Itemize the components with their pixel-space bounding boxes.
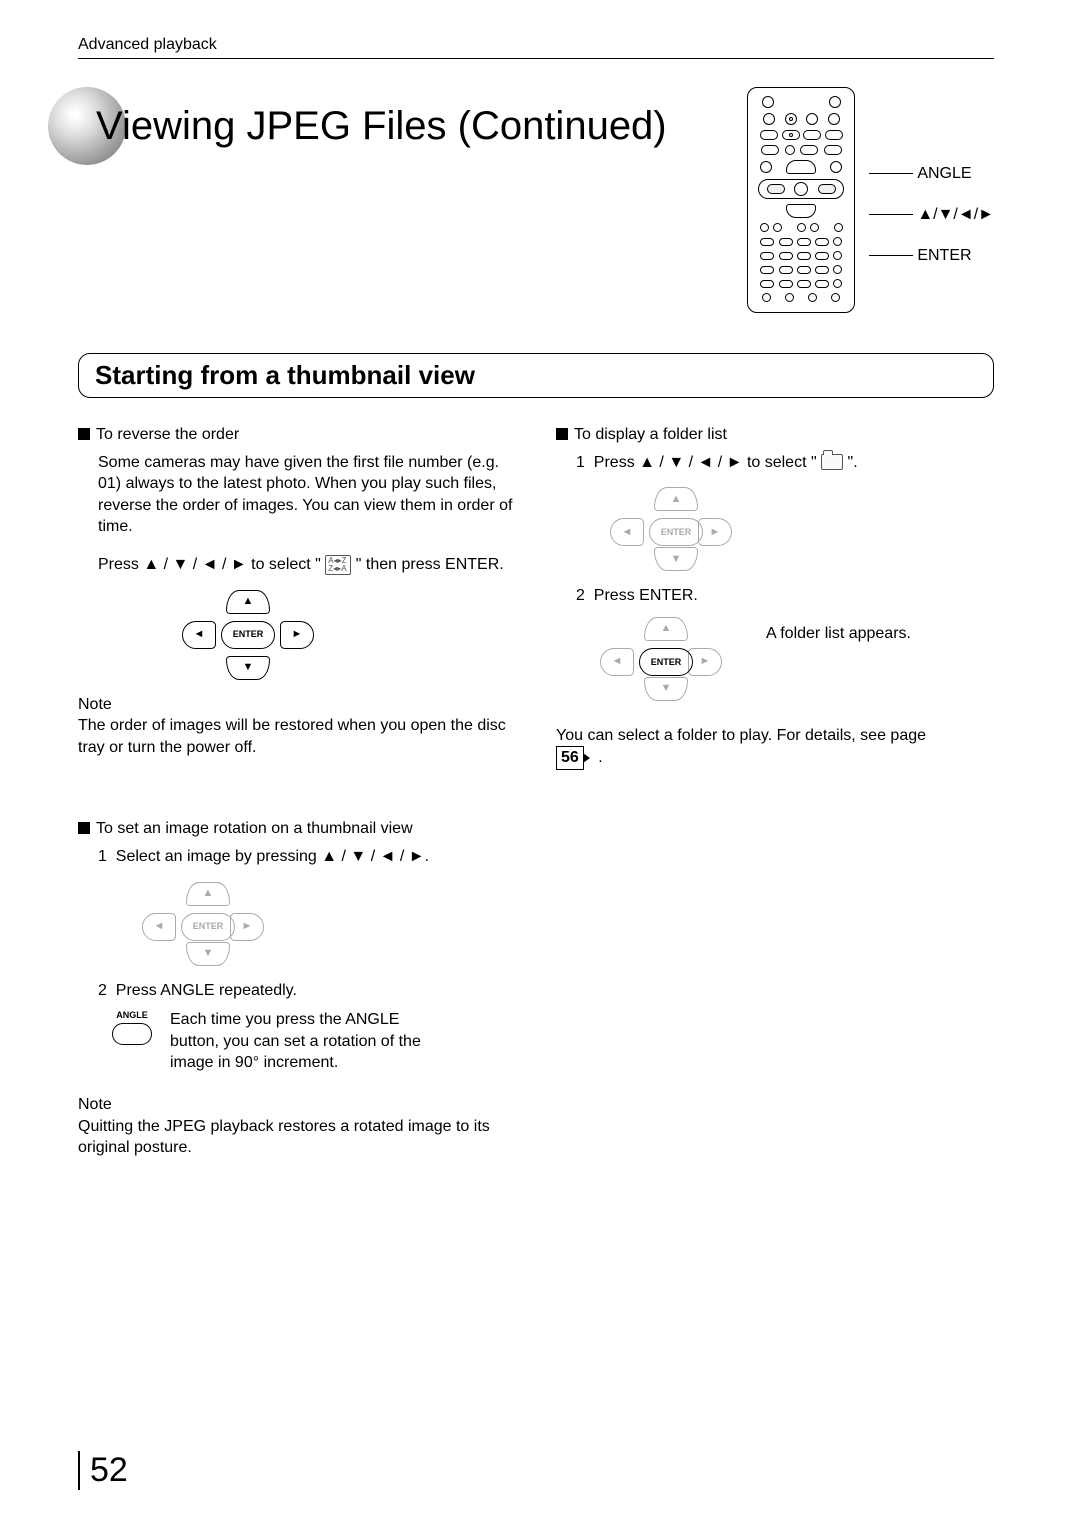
remote-callout-labels: ANGLE ▲/▼/◄/► ENTER	[869, 165, 994, 265]
dpad-figure-dim: ▲ ▼ ◄ ► ENTER	[128, 882, 278, 966]
folder-list-heading: To display a folder list	[556, 424, 994, 446]
left-column: To reverse the order Some cameras may ha…	[78, 418, 516, 1159]
dpad-down-icon: ▼	[644, 677, 688, 701]
dpad-left-icon: ◄	[600, 648, 634, 676]
page-title: Viewing JPEG Files (Continued)	[48, 87, 667, 165]
content-columns: To reverse the order Some cameras may ha…	[78, 418, 994, 1159]
header-rule	[78, 58, 994, 59]
enter-button-icon: ENTER	[181, 913, 235, 941]
title-row: Viewing JPEG Files (Continued) ANGLE ▲/▼…	[78, 87, 994, 313]
title-text: Viewing JPEG Files (Continued)	[96, 104, 667, 149]
folder-icon	[821, 454, 843, 470]
sort-az-icon: A◂▸ZZ◂▸A	[325, 555, 351, 575]
dpad-left-icon: ◄	[182, 621, 216, 649]
enter-button-icon: ENTER	[221, 621, 275, 649]
folder-step2-detail: ▲ ▼ ◄ ► ENTER A folder list appears.	[556, 617, 994, 701]
reverse-order-heading: To reverse the order	[78, 424, 516, 446]
rotation-step2-body: Each time you press the ANGLE button, yo…	[170, 1009, 450, 1074]
dpad-left-icon: ◄	[610, 518, 644, 546]
dpad-up-icon: ▲	[226, 590, 270, 614]
dpad-down-icon: ▼	[654, 547, 698, 571]
note-body: Quitting the JPEG playback restores a ro…	[78, 1116, 516, 1159]
page-reference: 56	[556, 746, 584, 770]
remote-diagram: ANGLE ▲/▼/◄/► ENTER	[747, 87, 994, 313]
section-label: Advanced playback	[78, 36, 994, 54]
enter-button-icon: ENTER	[649, 518, 703, 546]
subsection-heading: Starting from a thumbnail view	[78, 353, 994, 398]
dpad-left-icon: ◄	[142, 913, 176, 941]
folder-appears-text: A folder list appears.	[766, 623, 911, 645]
remote-label-enter: ENTER	[917, 247, 971, 264]
angle-button-figure: ANGLE Each time you press the ANGLE butt…	[112, 1009, 516, 1074]
dpad-up-icon: ▲	[186, 882, 230, 906]
dpad-up-icon: ▲	[654, 487, 698, 511]
folder-step1: 1 Press ▲ / ▼ / ◄ / ► to select " ".	[576, 452, 994, 474]
rotation-step1: 1 Select an image by pressing ▲ / ▼ / ◄ …	[98, 846, 516, 868]
remote-outline	[747, 87, 855, 313]
dpad-right-icon: ►	[230, 913, 264, 941]
dpad-figure-enter-active: ▲ ▼ ◄ ► ENTER	[586, 617, 736, 701]
remote-dpad-highlight	[758, 179, 844, 199]
page-number: 52	[78, 1451, 128, 1490]
dpad-up-icon: ▲	[644, 617, 688, 641]
enter-button-icon: ENTER	[639, 648, 693, 676]
dpad-right-icon: ►	[688, 648, 722, 676]
dpad-right-icon: ►	[280, 621, 314, 649]
dpad-down-icon: ▼	[186, 942, 230, 966]
remote-label-dpad: ▲/▼/◄/►	[917, 206, 994, 223]
dpad-figure-dim: ▲ ▼ ◄ ► ENTER	[596, 487, 746, 571]
right-column: To display a folder list 1 Press ▲ / ▼ /…	[556, 418, 994, 1159]
rotation-step2: 2 Press ANGLE repeatedly.	[98, 980, 516, 1002]
rotation-heading: To set an image rotation on a thumbnail …	[78, 818, 516, 840]
reverse-order-instruction: Press ▲ / ▼ / ◄ / ► to select " A◂▸ZZ◂▸A…	[98, 554, 516, 576]
note-body: The order of images will be restored whe…	[78, 715, 516, 758]
note-label: Note	[78, 694, 516, 716]
reverse-order-body: Some cameras may have given the first fi…	[98, 452, 516, 538]
dpad-right-icon: ►	[698, 518, 732, 546]
note-label: Note	[78, 1094, 516, 1116]
folder-footer: You can select a folder to play. For det…	[556, 725, 994, 770]
dpad-figure-enter: ▲ ▼ ◄ ► ENTER	[168, 590, 328, 680]
folder-step2: 2 Press ENTER.	[576, 585, 994, 607]
angle-button-icon: ANGLE	[112, 1009, 152, 1045]
remote-label-angle: ANGLE	[917, 165, 971, 182]
dpad-down-icon: ▼	[226, 656, 270, 680]
